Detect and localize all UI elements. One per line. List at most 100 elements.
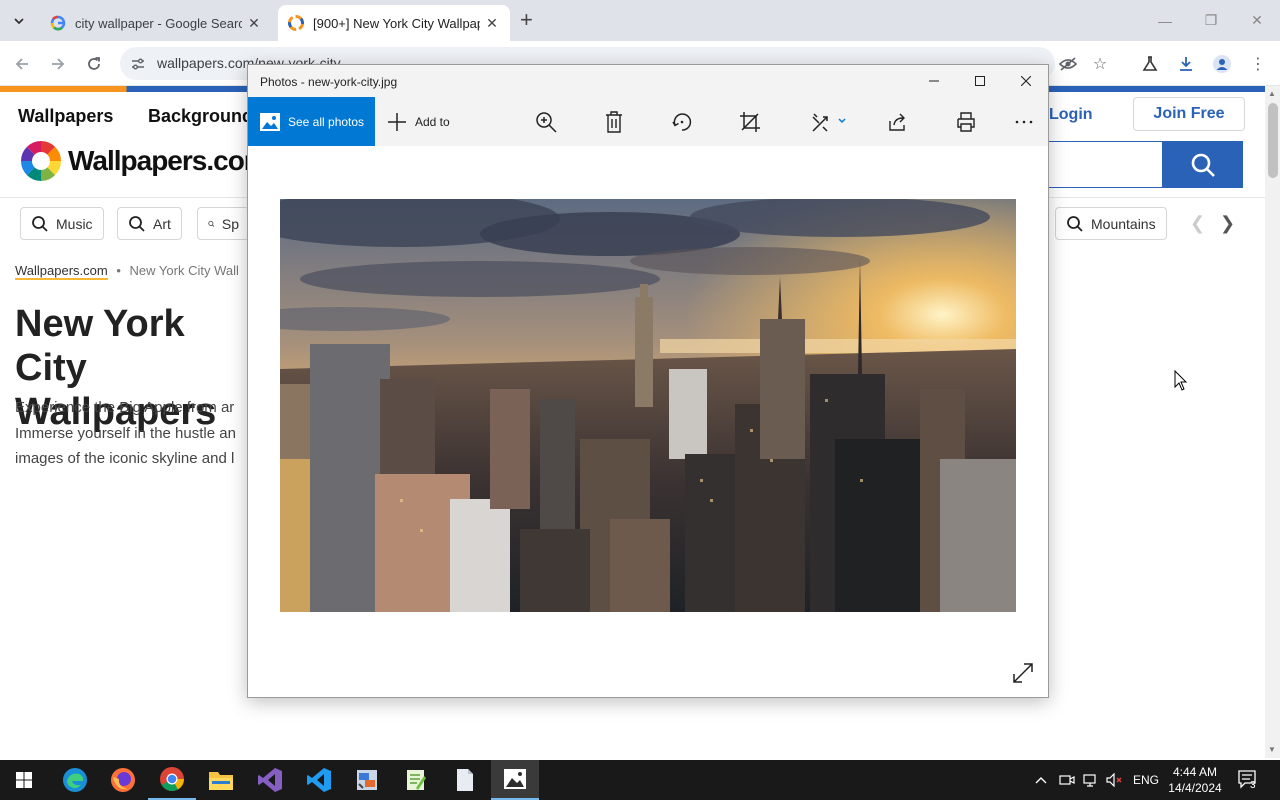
zoom-icon[interactable] — [533, 109, 559, 135]
wallpapers-favicon-icon — [288, 15, 304, 31]
profile-avatar-icon[interactable] — [1210, 52, 1234, 76]
chip-art[interactable]: Art — [117, 207, 182, 240]
tab-google-search[interactable]: city wallpaper - Google Search ✕ — [40, 5, 272, 41]
share-icon[interactable] — [885, 109, 911, 135]
download-icon[interactable] — [1174, 52, 1198, 76]
windows-logo-icon — [16, 772, 32, 788]
search-icon — [129, 215, 145, 232]
photos-toolbar: See all photos Add to — [248, 97, 1048, 146]
notification-count: 3 — [1250, 780, 1256, 791]
control-panel-icon — [357, 770, 377, 790]
minimize-icon[interactable] — [911, 65, 957, 97]
chevron-up-icon — [1035, 777, 1047, 784]
close-tab-icon[interactable]: ✕ — [246, 15, 262, 32]
taskbar-notepad-plus[interactable] — [392, 760, 440, 800]
search-icon — [32, 215, 48, 232]
nav-wallpapers-link[interactable]: Wallpapers — [18, 106, 113, 127]
taskbar-notepad[interactable] — [441, 760, 489, 800]
eye-off-icon[interactable] — [1056, 52, 1080, 76]
restore-icon[interactable]: ❐ — [1188, 0, 1234, 41]
see-all-photos-button[interactable]: See all photos — [248, 97, 375, 146]
scroll-up-icon[interactable]: ▲ — [1268, 89, 1276, 98]
show-hidden-icons[interactable] — [1035, 760, 1047, 800]
browser-menu-icon[interactable]: ⋮ — [1246, 52, 1270, 76]
taskbar-edge[interactable] — [51, 760, 99, 800]
page-title-line: New York City — [15, 303, 185, 389]
see-all-photos-label: See all photos — [288, 114, 365, 129]
new-tab-button[interactable]: + — [520, 8, 533, 32]
google-icon — [50, 15, 66, 31]
photos-titlebar: Photos - new-york-city.jpg — [248, 65, 1048, 97]
join-free-button[interactable]: Join Free — [1133, 97, 1245, 131]
tab-wallpapers[interactable]: [900+] New York City Wallpapers ✕ — [278, 5, 510, 41]
close-window-icon[interactable]: ✕ — [1234, 0, 1280, 41]
network-icon[interactable] — [1083, 760, 1099, 800]
chip-music[interactable]: Music — [20, 207, 104, 240]
chip-label: Music — [56, 215, 93, 232]
labs-flask-icon[interactable] — [1138, 52, 1162, 76]
clock-time: 4:44 AM — [1172, 765, 1218, 779]
reload-icon[interactable] — [82, 52, 106, 76]
close-tab-icon[interactable]: ✕ — [484, 15, 500, 32]
back-icon[interactable] — [10, 52, 34, 76]
add-to-button[interactable]: Add to — [387, 97, 450, 146]
edit-icon[interactable] — [809, 109, 849, 135]
site-settings-icon[interactable] — [130, 56, 146, 72]
more-icon[interactable] — [1011, 109, 1037, 135]
close-window-icon[interactable] — [1003, 65, 1049, 97]
meet-now-icon[interactable] — [1059, 760, 1075, 800]
chip-label: Mountains — [1091, 215, 1156, 232]
rotate-icon[interactable] — [669, 109, 695, 135]
chips-prev-icon[interactable]: ❮ — [1190, 213, 1205, 234]
photo-viewer-image[interactable] — [280, 199, 1016, 612]
maximize-icon[interactable] — [957, 65, 1003, 97]
start-button[interactable] — [0, 760, 48, 800]
page-scrollbar[interactable] — [1265, 86, 1280, 758]
chip-mountains[interactable]: Mountains — [1055, 207, 1167, 240]
notification-center-icon[interactable]: 3 — [1238, 760, 1260, 800]
folder-icon — [209, 772, 233, 790]
breadcrumb-home-link[interactable]: Wallpapers.com — [15, 263, 108, 280]
taskbar-photos[interactable] — [491, 760, 539, 800]
delete-icon[interactable] — [601, 109, 627, 135]
minimize-icon[interactable]: — — [1142, 0, 1188, 41]
chevron-down-icon — [14, 17, 24, 24]
taskbar-firefox[interactable] — [99, 760, 147, 800]
site-search-input[interactable] — [1048, 141, 1163, 188]
taskbar-vscode[interactable] — [295, 760, 343, 800]
chip-sports[interactable]: Sp — [197, 207, 249, 240]
crop-icon[interactable] — [737, 109, 763, 135]
taskbar-chrome[interactable] — [148, 760, 196, 800]
taskbar-control-panel[interactable] — [343, 760, 391, 800]
tab-search-button[interactable] — [6, 8, 32, 34]
volume-muted-icon[interactable] — [1106, 760, 1124, 800]
site-search-button[interactable] — [1162, 141, 1243, 188]
scroll-down-icon[interactable]: ▼ — [1268, 745, 1276, 754]
fullscreen-expand-icon[interactable] — [1012, 662, 1034, 689]
scrollbar-thumb[interactable] — [1268, 103, 1278, 178]
description-line: Immerse yourself in the hustle an — [15, 424, 236, 442]
language-indicator[interactable]: ENG — [1133, 760, 1159, 800]
logo-text: Wallpapers.com — [68, 145, 269, 176]
taskbar-clock[interactable]: 4:44 AM 14/4/2024 — [1162, 764, 1228, 796]
photos-window-title: Photos - new-york-city.jpg — [260, 75, 398, 89]
site-logo[interactable]: Wallpapers.com — [20, 140, 269, 182]
browser-window-controls: — ❐ ✕ — [1142, 0, 1280, 41]
login-link[interactable]: Login — [1049, 106, 1093, 124]
taskbar-visual-studio[interactable] — [246, 760, 294, 800]
nav-backgrounds-link[interactable]: Backgrounds — [148, 106, 263, 127]
search-icon — [1191, 153, 1215, 177]
bookmark-star-icon[interactable]: ☆ — [1088, 52, 1112, 76]
photos-app-window: Photos - new-york-city.jpg See all photo… — [247, 64, 1049, 698]
taskbar-file-explorer[interactable] — [197, 760, 245, 800]
color-wheel-logo-icon — [21, 141, 61, 181]
vscode-icon — [307, 768, 331, 792]
chip-label: Art — [153, 215, 171, 232]
print-icon[interactable] — [953, 109, 979, 135]
clock-date: 14/4/2024 — [1168, 781, 1222, 795]
search-icon — [208, 220, 215, 227]
forward-icon[interactable] — [46, 52, 70, 76]
chips-next-icon[interactable]: ❯ — [1220, 213, 1235, 234]
new-york-skyline-photo — [280, 199, 1016, 612]
breadcrumb-separator: • — [116, 263, 121, 278]
